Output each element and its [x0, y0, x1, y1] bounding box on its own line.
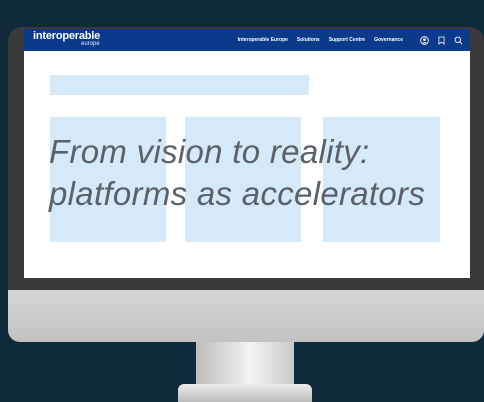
- nav-links: Interoperable Europe Solutions Support C…: [238, 37, 412, 43]
- monitor-stand-base: [178, 384, 312, 402]
- headline-line-1: From vision to reality:: [49, 133, 370, 170]
- monitor-stand-neck: [196, 342, 294, 390]
- title-placeholder-bar: [50, 75, 309, 95]
- logo-subtext: europe: [81, 41, 100, 47]
- nav-link-governance[interactable]: Governance: [374, 37, 403, 43]
- slide-headline: From vision to reality: platforms as acc…: [49, 131, 469, 215]
- user-icon[interactable]: [419, 35, 429, 45]
- site-logo[interactable]: interoperable europe: [33, 29, 113, 51]
- nav-link-support-centre[interactable]: Support Centre: [329, 37, 365, 43]
- nav-link-solutions[interactable]: Solutions: [297, 37, 320, 43]
- site-navbar: interoperable europe Interoperable Europ…: [24, 29, 470, 51]
- monitor-screen: interoperable europe Interoperable Europ…: [24, 29, 470, 278]
- bookmark-icon[interactable]: [436, 35, 446, 45]
- nav-icons: [412, 35, 463, 45]
- nav-link-interoperable-europe[interactable]: Interoperable Europe: [238, 37, 288, 43]
- search-icon[interactable]: [453, 35, 463, 45]
- monitor-chin: [8, 290, 484, 342]
- headline-line-2: platforms as accelerators: [49, 175, 426, 212]
- slide-stage: interoperable europe Interoperable Europ…: [0, 0, 484, 402]
